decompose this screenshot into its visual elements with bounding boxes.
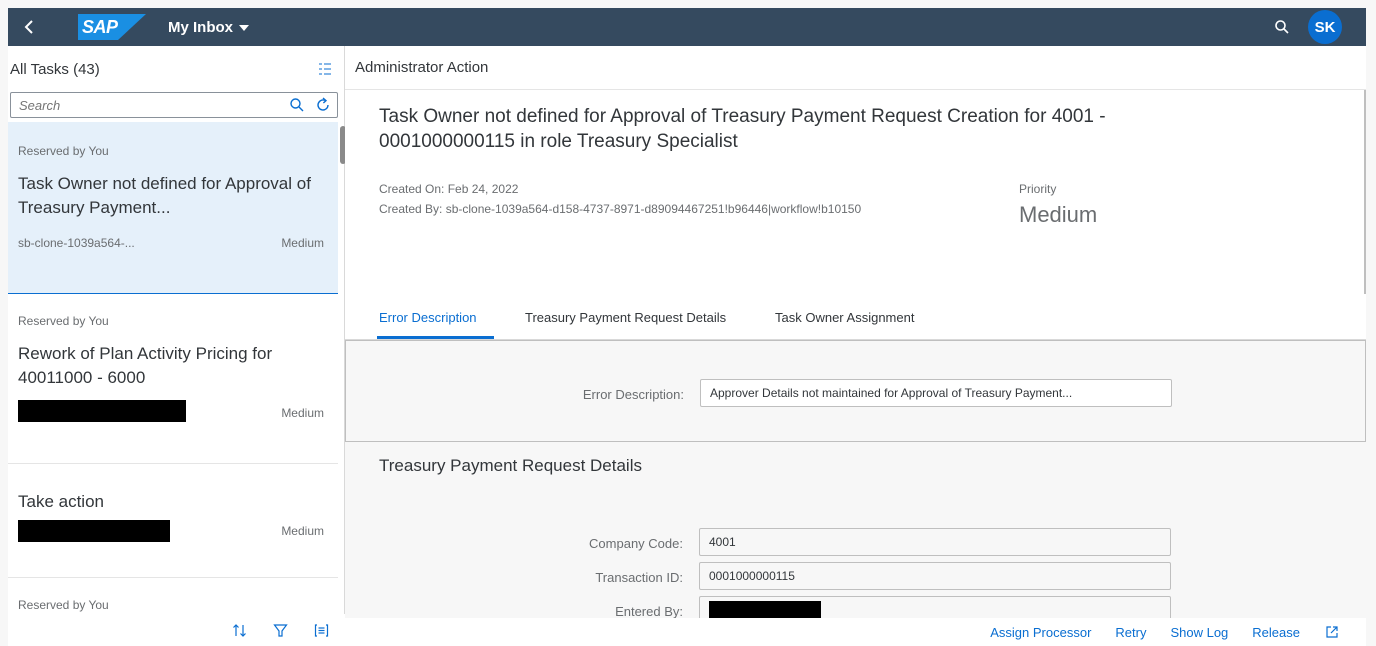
external-link-icon (1326, 626, 1338, 638)
section-title: Treasury Payment Request Details (379, 456, 642, 475)
redacted-block (709, 601, 821, 619)
search-icon[interactable] (1274, 19, 1290, 35)
item-title: Rework of Plan Activity Pricing for 4001… (18, 344, 273, 387)
transaction-id-field[interactable]: 0001000000115 (699, 562, 1171, 590)
item-created-by: sb-clone-1039a564-... (18, 236, 135, 250)
task-list: Reserved by You Task Owner not defined f… (8, 122, 338, 646)
detail-footer-toolbar: Assign Processor Retry Show Log Release (345, 618, 1366, 646)
tab-treasury-payment-request-details[interactable]: Treasury Payment Request Details (525, 310, 726, 325)
sap-logo: SAP (78, 14, 146, 40)
group-icon[interactable] (314, 623, 329, 638)
company-code-field[interactable]: 4001 (699, 528, 1171, 556)
filter-icon[interactable] (273, 623, 288, 638)
sort-icon[interactable] (232, 623, 247, 638)
list-item[interactable]: Reserved by You Task Owner not defined f… (8, 122, 338, 294)
created-by[interactable]: Created By: sb-clone-1039a564-d158-4737-… (379, 202, 861, 216)
error-description-label: Error Description: (582, 387, 684, 402)
task-count-title: All Tasks (43) (10, 60, 100, 78)
logo-text: SAP (82, 17, 118, 37)
item-status: Reserved by You (18, 144, 109, 158)
priority-value: Medium (1019, 202, 1098, 227)
shell-bar: SAP My Inbox SK (8, 8, 1366, 46)
task-detail-panel: Administrator Action Task Owner not defi… (345, 46, 1366, 646)
item-priority: Medium (281, 524, 324, 538)
item-status: Reserved by You (18, 314, 109, 328)
list-item[interactable]: Reserved by You Rework of Plan Activity … (8, 294, 338, 464)
redacted-block (18, 520, 170, 542)
search-icon[interactable] (289, 97, 305, 113)
created-on: Created On: Feb 24, 2022 (379, 182, 519, 196)
list-footer-toolbar (8, 614, 345, 646)
app-title-menu[interactable]: My Inbox (168, 18, 250, 36)
assign-processor-button[interactable]: Assign Processor (978, 625, 1103, 640)
search-input[interactable] (19, 97, 279, 113)
error-description-field[interactable]: Approver Details not maintained for Appr… (700, 379, 1172, 407)
back-button[interactable] (8, 8, 50, 46)
search-field (10, 92, 338, 118)
transaction-id-label: Transaction ID: (595, 570, 683, 585)
item-title: Take action (18, 492, 104, 511)
redacted-block (18, 400, 186, 422)
task-list-panel: All Tasks (43) Reserved by You Task Owne… (8, 46, 346, 646)
tab-bar: Error Description Treasury Payment Reque… (345, 294, 1366, 340)
detail-header-title: Administrator Action (355, 59, 489, 76)
entered-by-label: Entered By: (615, 604, 683, 619)
avatar[interactable]: SK (1308, 10, 1342, 44)
tab-task-owner-assignment[interactable]: Task Owner Assignment (775, 310, 914, 325)
item-priority: Medium (281, 236, 324, 250)
item-status: Reserved by You (18, 598, 109, 612)
show-log-button[interactable]: Show Log (1158, 625, 1240, 640)
task-title: Task Owner not defined for Approval of T… (379, 106, 1106, 152)
list-settings-icon[interactable] (318, 62, 332, 76)
chevron-left-icon (24, 20, 33, 34)
list-item[interactable]: Take action Medium (8, 464, 338, 578)
open-in-new-window-button[interactable] (1312, 624, 1352, 640)
refresh-icon[interactable] (315, 97, 331, 113)
item-priority: Medium (281, 406, 324, 420)
release-button[interactable]: Release (1240, 625, 1312, 640)
item-title: Task Owner not defined for Approval of T… (18, 174, 311, 217)
company-code-label: Company Code: (589, 536, 683, 551)
error-description-section: Error Description: Approver Details not … (345, 340, 1366, 442)
active-tab-indicator (377, 336, 494, 339)
retry-button[interactable]: Retry (1103, 625, 1158, 640)
tab-error-description[interactable]: Error Description (379, 310, 477, 325)
caret-down-icon (239, 25, 250, 31)
priority-label: Priority (1019, 182, 1057, 196)
app-title: My Inbox (168, 18, 234, 36)
